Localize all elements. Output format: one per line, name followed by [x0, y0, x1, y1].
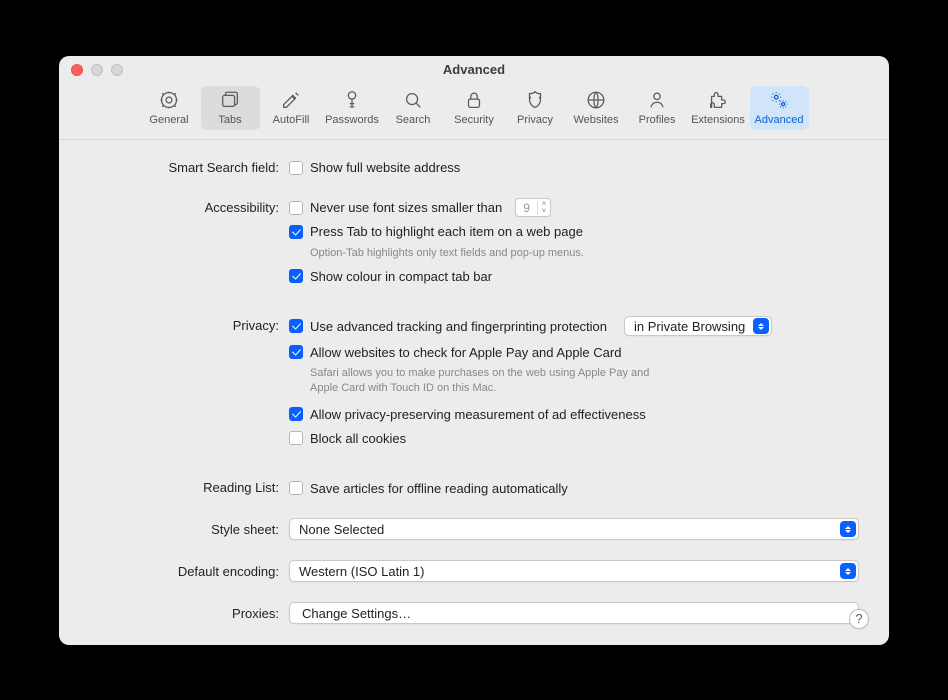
tab-tabs[interactable]: Tabs	[201, 86, 260, 130]
reading-list-label: Reading List:	[89, 478, 289, 495]
tracking-protection-label: Use advanced tracking and fingerprinting…	[310, 319, 607, 334]
tab-general[interactable]: General	[140, 86, 199, 130]
chevron-updown-icon: ˄˅	[537, 201, 550, 215]
apple-pay-label: Allow websites to check for Apple Pay an…	[310, 345, 621, 360]
press-tab-label: Press Tab to highlight each item on a we…	[310, 224, 583, 239]
help-button[interactable]: ?	[849, 609, 869, 629]
tracking-mode-value: in Private Browsing	[634, 319, 753, 334]
tab-search[interactable]: Search	[384, 86, 443, 130]
never-font-size-checkbox[interactable]	[289, 201, 303, 215]
tab-label: Privacy	[517, 114, 553, 126]
tab-label: Tabs	[218, 114, 241, 126]
default-encoding-value: Western (ISO Latin 1)	[299, 564, 424, 579]
tab-extensions[interactable]: Extensions	[689, 86, 748, 130]
apple-pay-hint: Safari allows you to make purchases on t…	[310, 366, 670, 396]
tab-advanced[interactable]: Advanced	[750, 86, 809, 130]
press-tab-hint: Option-Tab highlights only text fields a…	[310, 246, 859, 261]
tab-privacy[interactable]: Privacy	[506, 86, 565, 130]
zoom-window-button[interactable]	[111, 64, 123, 76]
tab-label: AutoFill	[273, 114, 310, 126]
privacy-label: Privacy:	[89, 316, 289, 333]
tab-passwords[interactable]: Passwords	[323, 86, 382, 130]
font-size-value: 9	[516, 201, 537, 215]
preferences-window: Advanced General Tabs AutoFill Passwords…	[59, 56, 889, 645]
tab-label: Advanced	[755, 114, 804, 126]
font-size-stepper[interactable]: 9 ˄˅	[515, 198, 551, 217]
titlebar: Advanced	[59, 56, 889, 84]
tab-label: Passwords	[325, 114, 379, 126]
change-settings-label: Change Settings…	[302, 606, 411, 621]
ad-measurement-checkbox[interactable]	[289, 407, 303, 421]
tab-label: Security	[454, 114, 494, 126]
minimize-window-button[interactable]	[91, 64, 103, 76]
tab-websites[interactable]: Websites	[567, 86, 626, 130]
content-area: Smart Search field: Show full website ad…	[59, 140, 889, 645]
chevron-updown-icon	[840, 521, 856, 537]
tab-label: Websites	[573, 114, 618, 126]
tab-profiles[interactable]: Profiles	[628, 86, 687, 130]
change-settings-button[interactable]: Change Settings…	[289, 602, 859, 624]
save-offline-checkbox[interactable]	[289, 481, 303, 495]
tab-label: General	[149, 114, 188, 126]
ad-measurement-label: Allow privacy-preserving measurement of …	[310, 407, 646, 422]
show-colour-label: Show colour in compact tab bar	[310, 269, 492, 284]
window-title: Advanced	[443, 62, 505, 77]
default-encoding-select[interactable]: Western (ISO Latin 1)	[289, 560, 859, 582]
tracking-mode-select[interactable]: in Private Browsing	[624, 316, 772, 336]
style-sheet-select[interactable]: None Selected	[289, 518, 859, 540]
show-full-address-label: Show full website address	[310, 160, 460, 175]
style-sheet-value: None Selected	[299, 522, 384, 537]
show-full-address-checkbox[interactable]	[289, 161, 303, 175]
tab-label: Extensions	[691, 114, 745, 126]
style-sheet-label: Style sheet:	[89, 522, 289, 537]
default-encoding-label: Default encoding:	[89, 564, 289, 579]
tab-security[interactable]: Security	[445, 86, 504, 130]
accessibility-label: Accessibility:	[89, 198, 289, 215]
chevron-updown-icon	[840, 563, 856, 579]
traffic-lights	[71, 64, 123, 76]
help-label: ?	[855, 611, 862, 626]
preferences-toolbar: General Tabs AutoFill Passwords Search S…	[59, 84, 889, 140]
tab-label: Profiles	[639, 114, 676, 126]
chevron-updown-icon	[753, 318, 769, 334]
block-cookies-label: Block all cookies	[310, 431, 406, 446]
smart-search-label: Smart Search field:	[89, 158, 289, 175]
show-colour-checkbox[interactable]	[289, 269, 303, 283]
tab-label: Search	[396, 114, 431, 126]
save-offline-label: Save articles for offline reading automa…	[310, 481, 568, 496]
tracking-protection-checkbox[interactable]	[289, 319, 303, 333]
apple-pay-checkbox[interactable]	[289, 345, 303, 359]
block-cookies-checkbox[interactable]	[289, 431, 303, 445]
never-font-size-label: Never use font sizes smaller than	[310, 200, 502, 215]
press-tab-checkbox[interactable]	[289, 225, 303, 239]
proxies-label: Proxies:	[89, 606, 289, 621]
tab-autofill[interactable]: AutoFill	[262, 86, 321, 130]
close-window-button[interactable]	[71, 64, 83, 76]
